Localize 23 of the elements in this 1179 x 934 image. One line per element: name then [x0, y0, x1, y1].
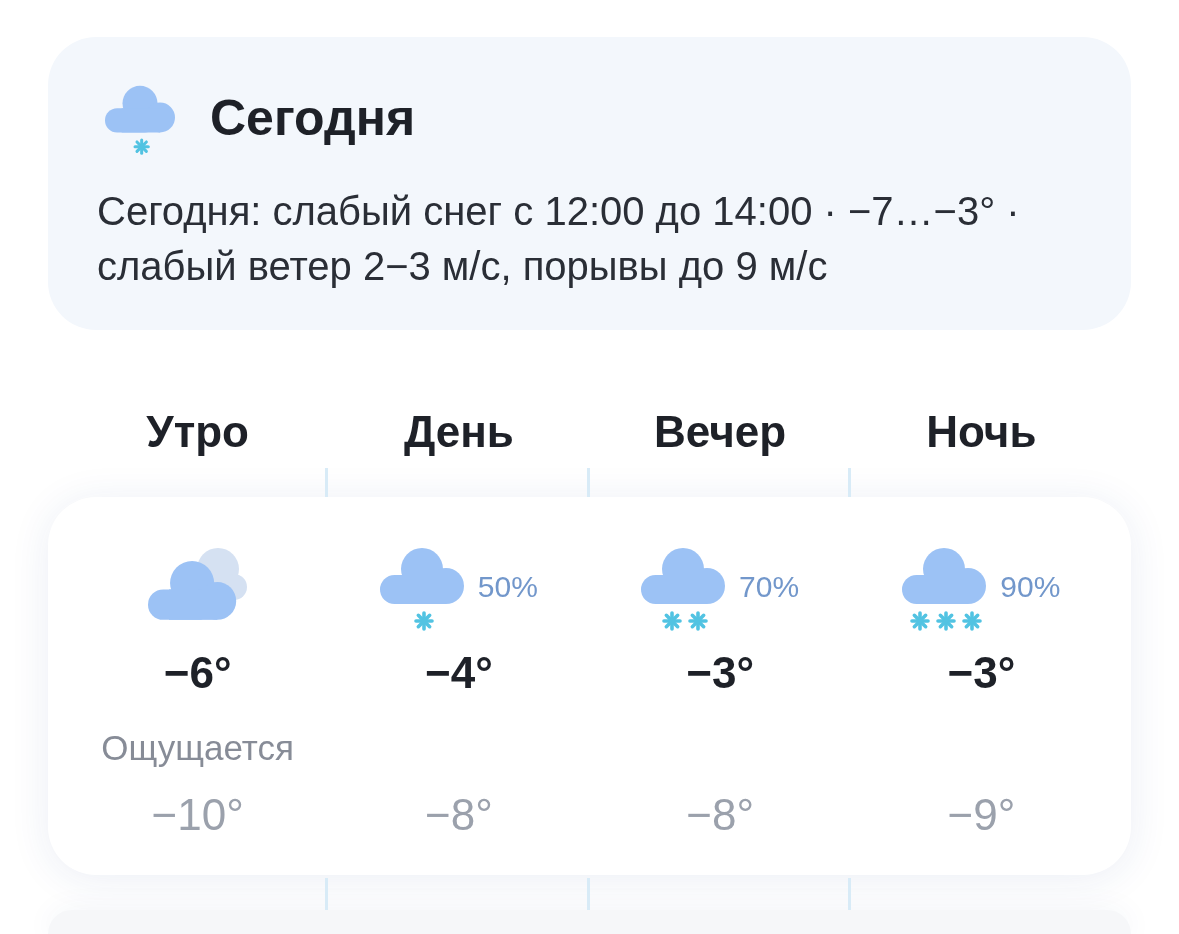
feels-like-temperature: −10° [151, 789, 244, 841]
clouds-icon [148, 547, 248, 620]
snow-cloud-icon [105, 85, 175, 155]
precipitation-chance: 90% [1000, 569, 1061, 605]
temperature: −4° [425, 647, 493, 699]
period-name: Ночь [926, 406, 1037, 458]
feels-like-label: Ощущается [101, 727, 294, 769]
snow-cloud-icon [379, 547, 464, 631]
temperature: −3° [947, 647, 1016, 699]
feels-like-temperature: −8° [686, 789, 754, 841]
temperature: −3° [686, 647, 754, 699]
summary-title: Сегодня [210, 89, 416, 148]
temperature: −6° [163, 647, 232, 699]
snow-cloud-icon [641, 547, 726, 631]
feels-like-temperature: −9° [947, 789, 1016, 841]
precipitation-chance: 70% [739, 569, 800, 605]
period-name: Утро [146, 406, 249, 458]
summary-text: Сегодня: слабый снег с 12:00 до 14:00 · −7…−3° · слабый ветер 2−3 м/с, порывы до 9 м/с [97, 188, 1021, 290]
precipitation-chance: 50% [477, 569, 538, 605]
snow-cloud-icon [902, 547, 987, 631]
period-name: День [403, 406, 514, 458]
feels-like-temperature: −8° [425, 789, 493, 841]
period-name: Вечер [654, 406, 787, 458]
